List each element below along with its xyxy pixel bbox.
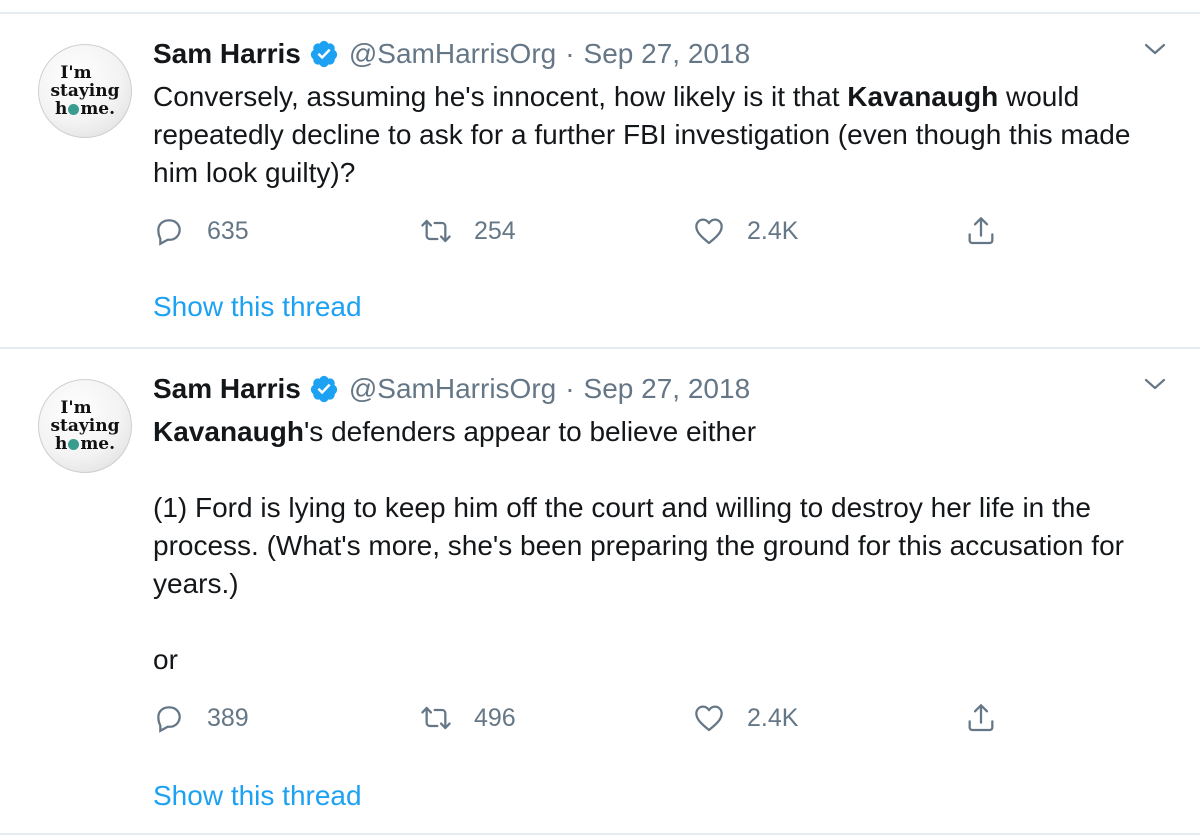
globe-icon bbox=[68, 104, 80, 115]
share-button[interactable] bbox=[965, 211, 997, 251]
like-count: 2.4K bbox=[747, 216, 799, 245]
retweet-button[interactable]: 496 bbox=[420, 698, 516, 738]
tweet-feed: I'm staying h me. Sam Harris @SamHarrisOr… bbox=[0, 0, 1200, 839]
avatar-text-line: h me. bbox=[55, 435, 115, 453]
author-handle[interactable]: @SamHarrisOrg bbox=[349, 373, 556, 405]
share-button[interactable] bbox=[965, 698, 997, 738]
like-button[interactable]: 2.4K bbox=[693, 698, 798, 738]
tweet[interactable]: I'm staying h me. Sam Harris @SamHarrisOr… bbox=[0, 14, 1200, 349]
avatar-text-line: staying bbox=[50, 81, 120, 101]
share-icon bbox=[968, 704, 994, 732]
tweet-paragraph: Conversely, assuming he's innocent, how … bbox=[153, 78, 1173, 192]
reply-icon bbox=[157, 706, 181, 733]
tweet-actions: 389 496 2.4K bbox=[153, 698, 1013, 738]
retweet-icon bbox=[421, 219, 451, 243]
avatar[interactable]: I'm staying h me. bbox=[38, 44, 132, 138]
text-segment: 's defenders appear to believe either bbox=[303, 416, 757, 447]
separator-dot: · bbox=[565, 373, 575, 404]
chevron-down-icon[interactable] bbox=[1140, 38, 1170, 60]
highlighted-term: Kavanaugh bbox=[847, 81, 999, 112]
tweet-date[interactable]: Sep 27, 2018 bbox=[584, 38, 751, 70]
tweet-actions: 635 254 2.4K bbox=[153, 211, 1013, 251]
highlighted-term: Kavanaugh bbox=[153, 416, 304, 447]
reply-button[interactable]: 635 bbox=[153, 211, 249, 251]
avatar-text-part: me. bbox=[80, 99, 116, 119]
author-handle[interactable]: @SamHarrisOrg bbox=[349, 38, 556, 70]
avatar[interactable]: I'm staying h me. bbox=[38, 379, 132, 473]
author-name[interactable]: Sam Harris bbox=[153, 373, 301, 405]
retweet-button[interactable]: 254 bbox=[420, 211, 516, 251]
retweet-count: 496 bbox=[474, 703, 516, 732]
verified-badge-icon bbox=[310, 40, 337, 68]
separator-dot: · bbox=[565, 38, 575, 69]
tweet-header: Sam Harris @SamHarrisOrg · Sep 27, 2018 bbox=[153, 34, 750, 74]
globe-icon bbox=[68, 439, 80, 450]
avatar-text-part: h bbox=[54, 434, 68, 454]
share-icon bbox=[968, 217, 994, 245]
verified-badge-icon bbox=[310, 375, 337, 403]
author-name[interactable]: Sam Harris bbox=[153, 38, 301, 70]
like-icon bbox=[695, 705, 723, 732]
avatar-text-part: h bbox=[54, 99, 68, 119]
retweet-count: 254 bbox=[474, 216, 516, 245]
chevron-down-icon[interactable] bbox=[1140, 373, 1170, 395]
avatar-text-line: I'm bbox=[60, 63, 92, 83]
avatar-text-line: I'm bbox=[60, 398, 92, 418]
tweet-paragraph: (1) Ford is lying to keep him off the co… bbox=[153, 492, 1124, 599]
show-thread-link[interactable]: Show this thread bbox=[153, 291, 362, 323]
tweet-paragraph: Kavanaugh's defenders appear to believe … bbox=[153, 413, 1173, 451]
reply-icon bbox=[157, 219, 181, 246]
retweet-icon bbox=[421, 706, 451, 730]
tweet-paragraph: or bbox=[153, 644, 178, 675]
like-button[interactable]: 2.4K bbox=[693, 211, 798, 251]
tweet-date[interactable]: Sep 27, 2018 bbox=[584, 373, 751, 405]
avatar-text-line: staying bbox=[50, 416, 120, 436]
show-thread-link[interactable]: Show this thread bbox=[153, 780, 362, 812]
like-count: 2.4K bbox=[747, 703, 799, 732]
reply-count: 635 bbox=[207, 216, 249, 245]
like-icon bbox=[695, 218, 723, 245]
tweet-text: Conversely, assuming he's innocent, how … bbox=[153, 78, 1173, 192]
reply-button[interactable]: 389 bbox=[153, 698, 249, 738]
tweet-header: Sam Harris @SamHarrisOrg · Sep 27, 2018 bbox=[153, 369, 750, 409]
reply-count: 389 bbox=[207, 703, 249, 732]
tweet-text: Kavanaugh's defenders appear to believe … bbox=[153, 413, 1173, 679]
text-segment: Conversely, assuming he's innocent, how … bbox=[153, 81, 848, 112]
avatar-text-line: h me. bbox=[55, 100, 115, 118]
tweet[interactable]: I'm staying h me. Sam Harris @SamHarrisOr… bbox=[0, 349, 1200, 835]
avatar-text-part: me. bbox=[80, 434, 116, 454]
